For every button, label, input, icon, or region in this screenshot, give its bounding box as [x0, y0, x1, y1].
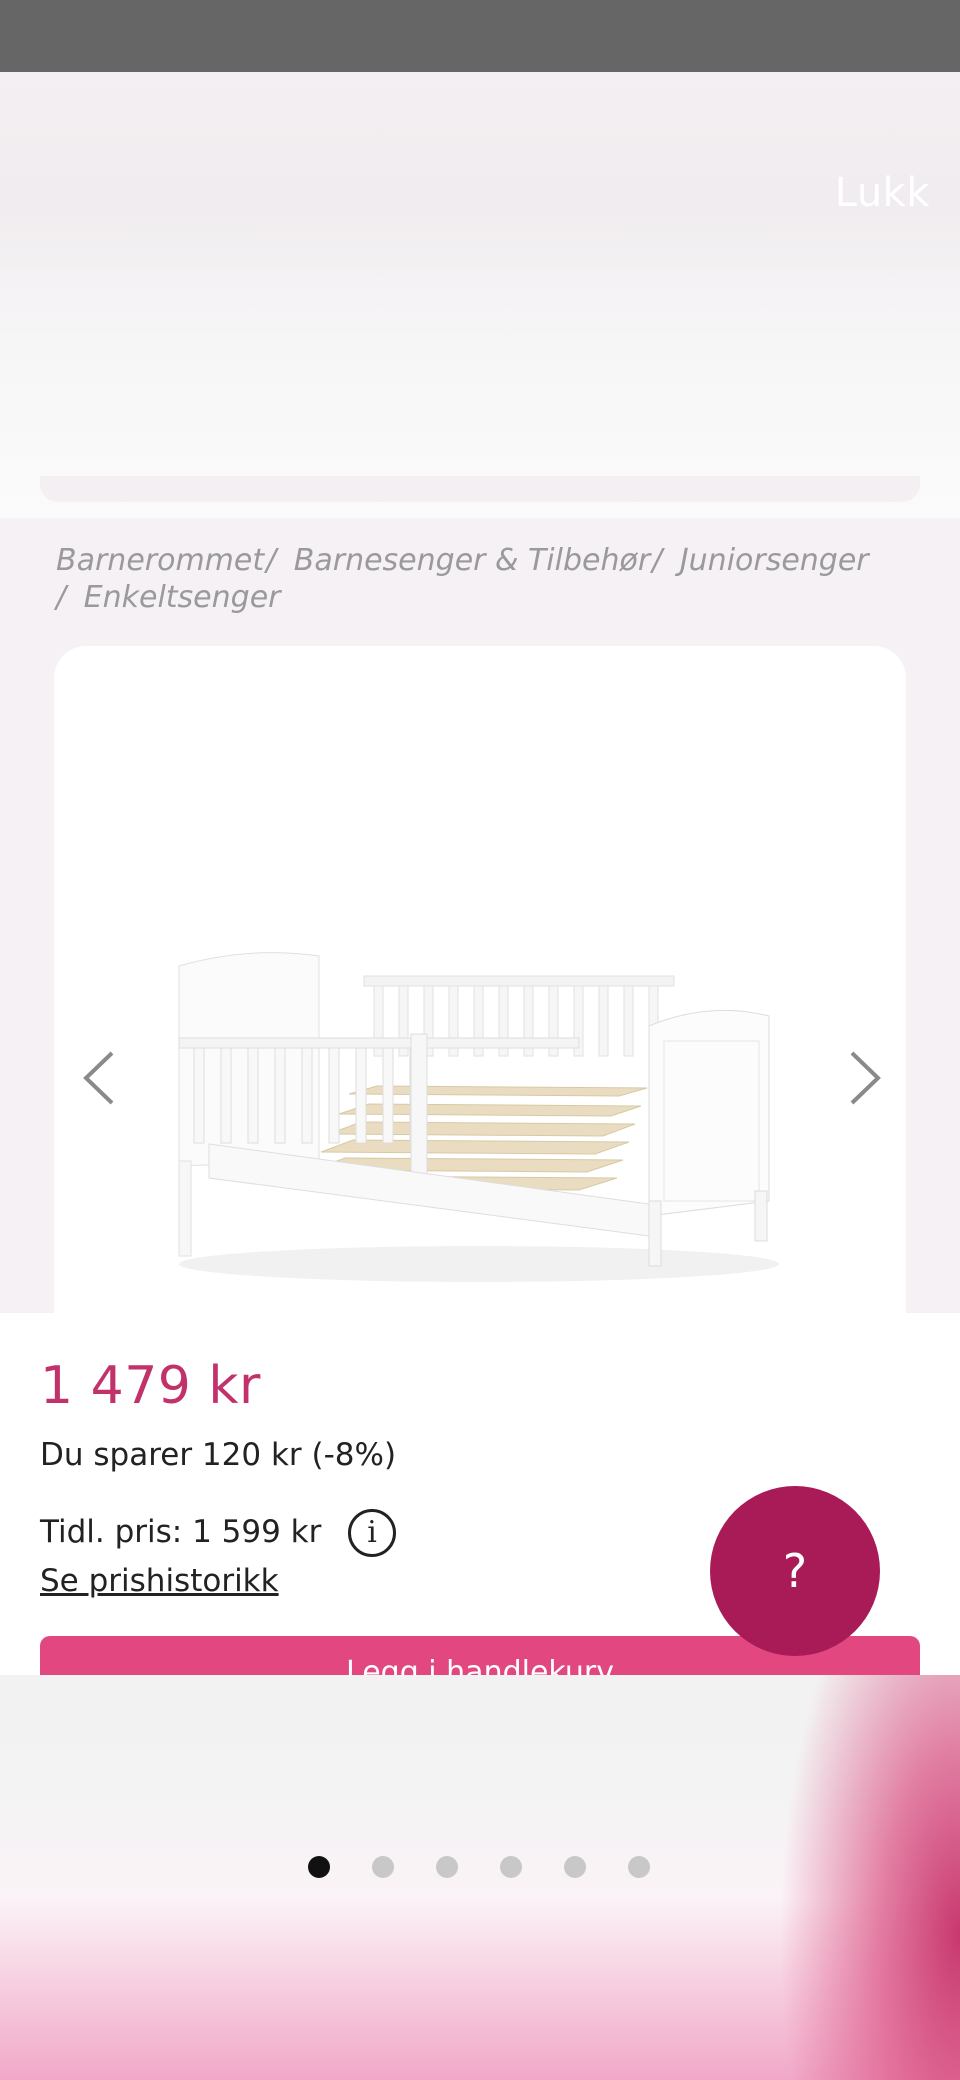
price-history-link[interactable]: Se prishistorikk: [40, 1563, 279, 1599]
overlay-card-edge: [40, 476, 920, 502]
toddler-bed-image: [178, 952, 779, 1282]
savings-text: Du sparer 120 kr (-8%): [40, 1437, 397, 1473]
carousel-dot-3[interactable]: [436, 1856, 458, 1878]
breadcrumb-item-barnerommet[interactable]: Barnerommet: [56, 543, 264, 578]
previous-image-arrow-icon[interactable]: [76, 1045, 126, 1111]
modal-overlay-top: [0, 72, 960, 518]
modal-overlay-bottom: [0, 1675, 960, 2080]
breadcrumb: Barnerommet/ Barnesenger & Tilbehør/ Jun…: [56, 542, 906, 616]
info-icon[interactable]: i: [348, 1509, 396, 1557]
carousel-dot-2[interactable]: [372, 1856, 394, 1878]
breadcrumb-separator: /: [266, 543, 277, 578]
carousel-dot-1[interactable]: [308, 1856, 330, 1878]
close-button[interactable]: Lukk: [835, 170, 930, 216]
carousel-dot-4[interactable]: [500, 1856, 522, 1878]
breadcrumb-separator: /: [56, 580, 67, 615]
breadcrumb-item-juniorsenger[interactable]: Juniorsenger: [680, 543, 869, 578]
breadcrumb-item-enkeltsenger[interactable]: Enkeltsenger: [84, 580, 281, 615]
previous-price: Tidl. pris: 1 599 kr: [40, 1514, 322, 1550]
product-price: 1 479 kr: [40, 1356, 261, 1416]
breadcrumb-item-barnesenger[interactable]: Barnesenger & Tilbehør: [294, 543, 650, 578]
carousel-dot-6[interactable]: [628, 1856, 650, 1878]
carousel-dot-5[interactable]: [564, 1856, 586, 1878]
status-bar: [0, 0, 960, 72]
breadcrumb-separator: /: [652, 543, 663, 578]
next-image-arrow-icon[interactable]: [838, 1045, 888, 1111]
product-image-card[interactable]: [54, 646, 906, 1313]
help-button[interactable]: ?: [710, 1486, 880, 1656]
